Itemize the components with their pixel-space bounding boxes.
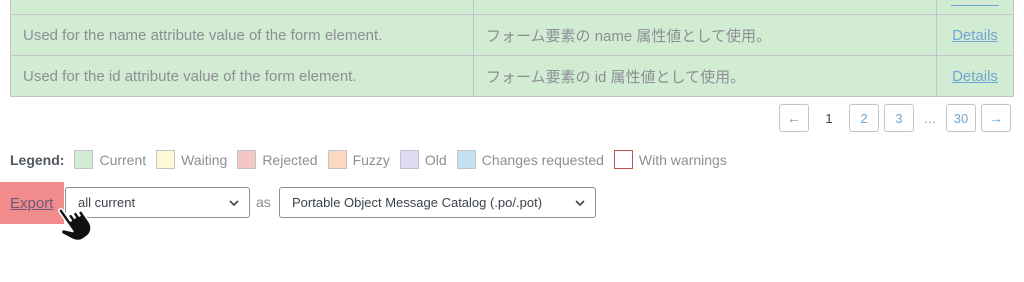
last-page-button[interactable]: 30	[946, 104, 976, 132]
legend-item-waiting: Waiting	[154, 150, 227, 169]
table-row[interactable]: Used for the id attribute value of the f…	[11, 55, 1013, 96]
export-format-select[interactable]: Portable Object Message Catalog (.po/.po…	[279, 187, 596, 218]
legend-item-label: With warnings	[638, 151, 727, 168]
page-2-button[interactable]: 2	[849, 104, 879, 132]
legend-swatch	[237, 150, 257, 169]
table-row[interactable]: Used for the name attribute value of the…	[11, 14, 1013, 55]
export-format-value: Portable Object Message Catalog (.po/.po…	[292, 195, 543, 210]
legend-item-with-warnings: With warnings	[612, 150, 727, 169]
legend-swatch	[399, 150, 419, 169]
chevron-down-icon	[575, 200, 585, 207]
translation-cell: フォーム要素の id 属性値として使用。	[474, 56, 937, 96]
legend-label: Legend:	[10, 151, 65, 168]
table-row	[11, 0, 1013, 14]
hand-pointer-icon	[57, 207, 92, 242]
details-cell: Details	[937, 56, 1013, 96]
source-cell	[11, 0, 474, 14]
legend-item-current: Current	[72, 150, 146, 169]
details-cell	[937, 0, 1013, 14]
legend-item-label: Old	[424, 151, 447, 168]
page-3-button[interactable]: 3	[884, 104, 914, 132]
legend-item-label: Fuzzy	[352, 151, 390, 168]
details-link[interactable]: Details	[952, 27, 998, 44]
translation-cell	[474, 0, 937, 14]
source-cell: Used for the name attribute value of the…	[11, 15, 474, 55]
legend-item-label: Current	[99, 151, 147, 168]
legend-item-fuzzy: Fuzzy	[326, 150, 390, 169]
status-legend: Legend: Current Waiting Rejected Fuzzy O…	[10, 150, 735, 169]
legend-swatch	[456, 150, 476, 169]
legend-item-old: Old	[398, 150, 447, 169]
chevron-down-icon	[229, 200, 239, 207]
legend-swatch	[613, 150, 633, 169]
legend-swatch	[327, 150, 347, 169]
legend-item-label: Changes requested	[481, 151, 604, 168]
as-label: as	[256, 194, 271, 210]
details-cell: Details	[937, 15, 1013, 55]
pagination-ellipsis: …	[923, 110, 937, 126]
next-page-button[interactable]: →	[981, 104, 1011, 132]
details-link[interactable]	[951, 4, 999, 6]
legend-item-rejected: Rejected	[235, 150, 318, 169]
details-link[interactable]: Details	[952, 68, 998, 85]
prev-page-button[interactable]: ←	[779, 104, 809, 132]
legend-item-label: Waiting	[181, 151, 228, 168]
pagination: ← 1 2 3 … 30 →	[779, 104, 1011, 132]
legend-swatch	[156, 150, 176, 169]
current-page: 1	[825, 110, 833, 126]
source-cell: Used for the id attribute value of the f…	[11, 56, 474, 96]
legend-item-changes-requested: Changes requested	[455, 150, 604, 169]
legend-swatch	[74, 150, 94, 169]
translations-table: Used for the name attribute value of the…	[10, 0, 1014, 97]
translation-cell: フォーム要素の name 属性値として使用。	[474, 15, 937, 55]
legend-item-label: Rejected	[262, 151, 318, 168]
